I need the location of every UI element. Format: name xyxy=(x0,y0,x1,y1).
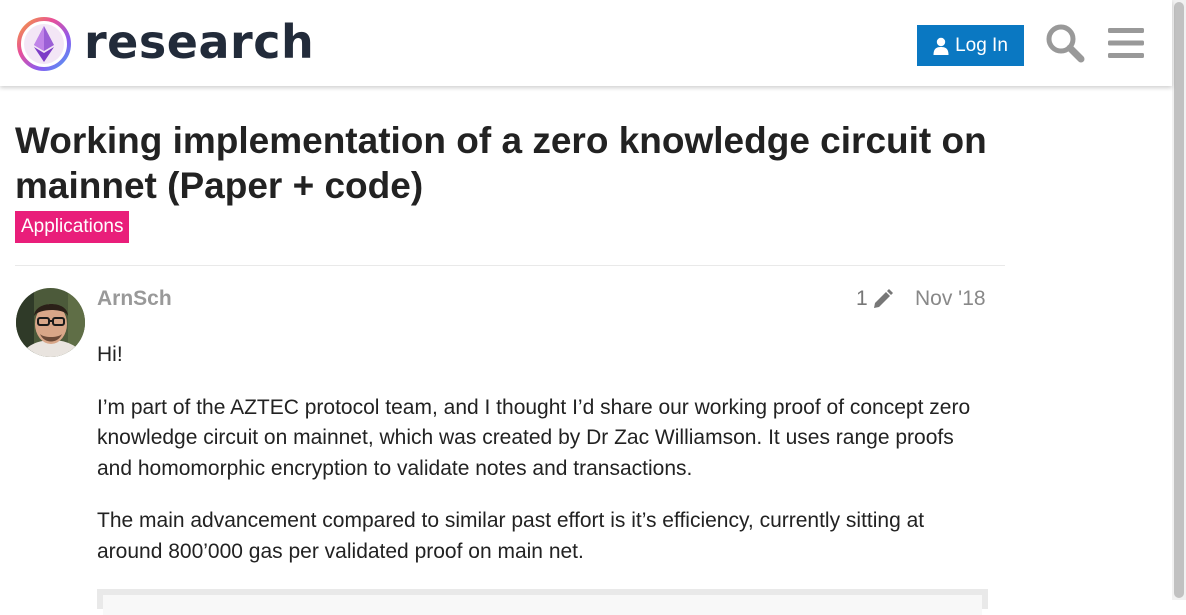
post-paragraph: I’m part of the AZTEC protocol team, and… xyxy=(97,395,971,480)
post-body: Hi! I’m part of the AZTEC protocol team,… xyxy=(97,340,987,589)
page-scrollbar-thumb[interactable] xyxy=(1174,2,1184,598)
research-logo-icon[interactable] xyxy=(16,16,72,72)
topic-divider xyxy=(15,265,1005,266)
post-paragraph: The main advancement compared to similar… xyxy=(97,509,925,563)
topic-title[interactable]: Working implementation of a zero knowled… xyxy=(15,118,1045,208)
link-preview-content xyxy=(103,595,982,615)
site-header: research Log In xyxy=(0,0,1172,86)
site-logo-text[interactable]: research xyxy=(84,14,314,70)
post-edit-history[interactable]: 1 xyxy=(856,287,894,311)
edit-count: 1 xyxy=(856,287,868,310)
post-username[interactable]: ArnSch xyxy=(97,287,172,311)
user-avatar[interactable] xyxy=(16,288,85,357)
category-badge-applications[interactable]: Applications xyxy=(15,211,130,243)
link-preview-box[interactable] xyxy=(97,589,988,615)
hamburger-menu-icon[interactable] xyxy=(1107,26,1145,60)
login-button[interactable]: Log In xyxy=(917,25,1024,66)
login-label: Log In xyxy=(955,34,1008,56)
pencil-icon xyxy=(873,289,893,308)
post-paragraph: Hi! xyxy=(97,343,123,366)
avatar-image xyxy=(16,288,85,357)
post-date[interactable]: Nov '18 xyxy=(915,287,986,311)
user-icon xyxy=(933,37,949,55)
search-icon[interactable] xyxy=(1045,23,1085,63)
